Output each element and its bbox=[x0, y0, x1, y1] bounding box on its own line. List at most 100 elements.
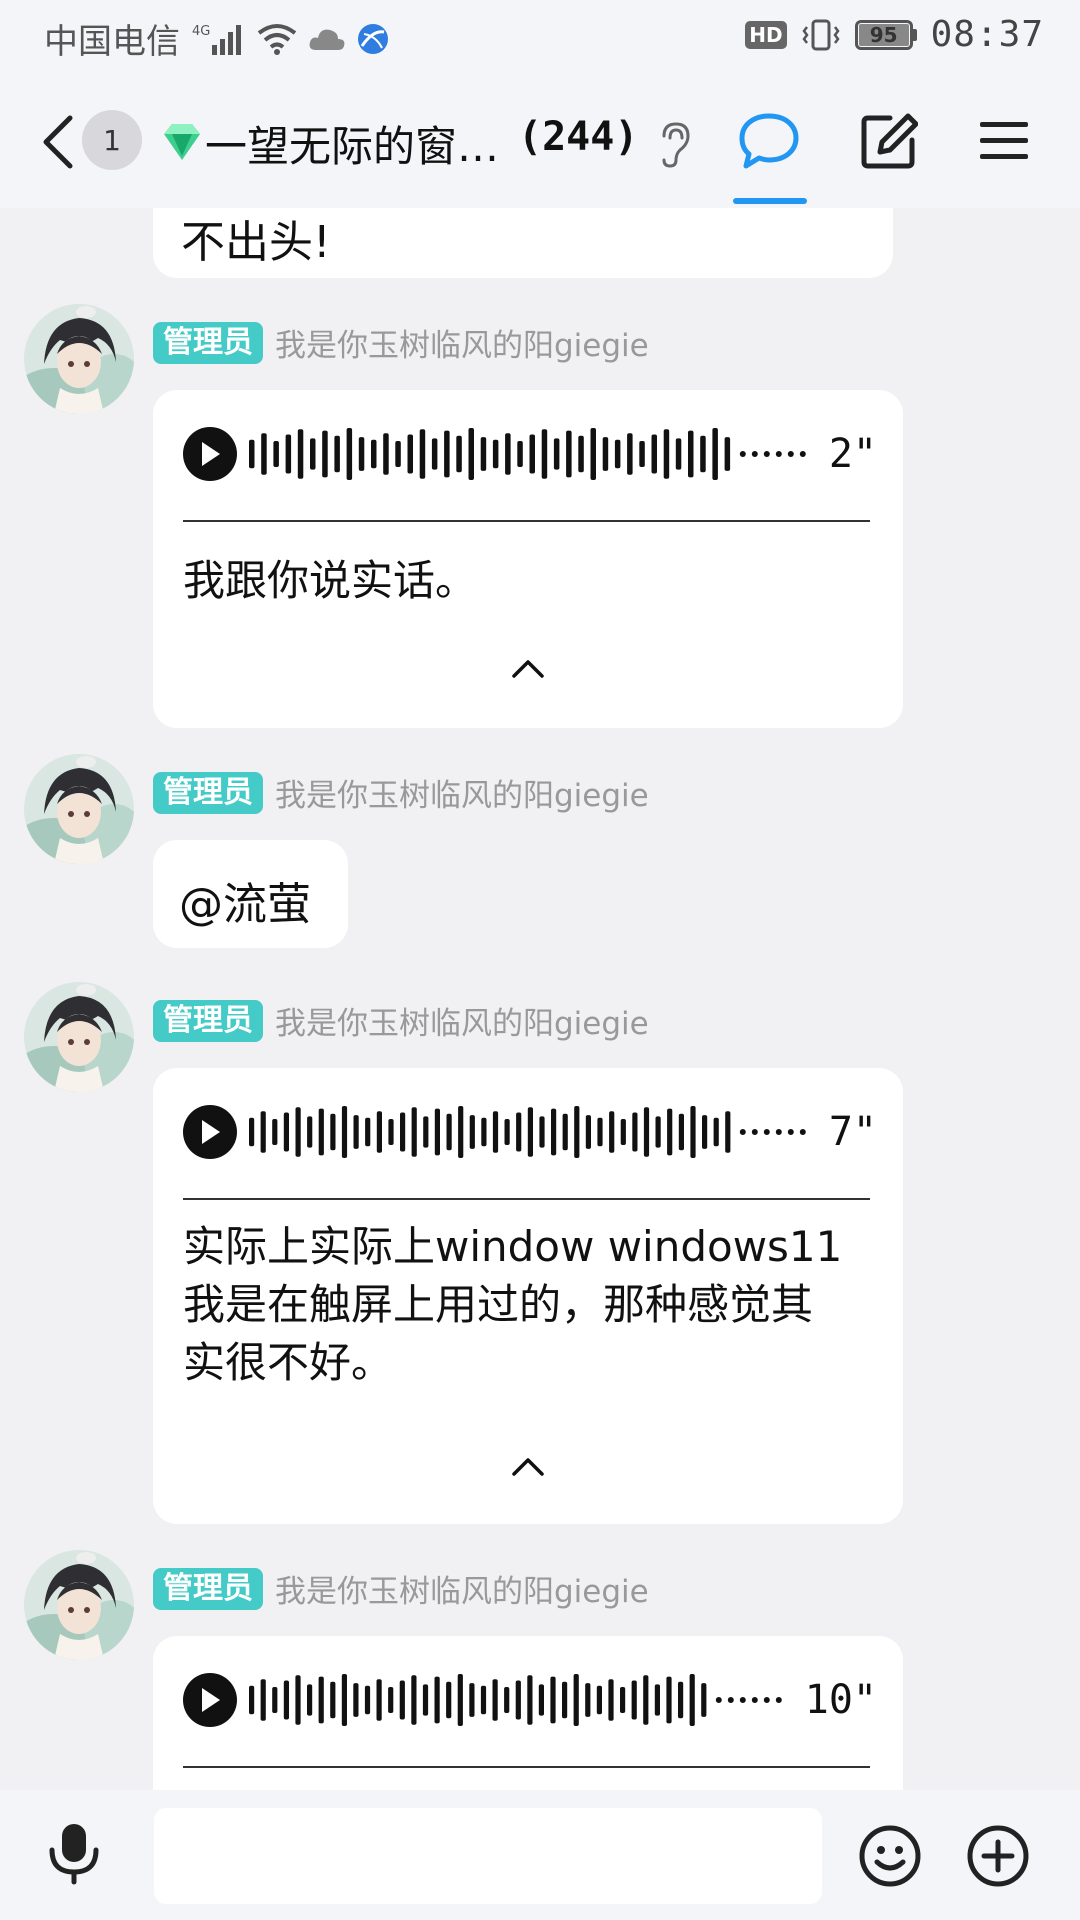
browser-icon bbox=[358, 23, 388, 54]
play-icon[interactable] bbox=[183, 1673, 237, 1727]
waveform-bar bbox=[353, 1683, 359, 1717]
message-meta: 管理员 我是你玉树临风的阳giegie bbox=[153, 1566, 649, 1611]
waveform-bar bbox=[383, 433, 389, 475]
transcript-line: 实很不好。 bbox=[183, 1338, 394, 1387]
sender-name[interactable]: 我是你玉树临风的阳giegie bbox=[275, 320, 649, 365]
waveform-bar bbox=[632, 1112, 638, 1152]
play-icon[interactable] bbox=[183, 1105, 237, 1159]
waveform-bar bbox=[700, 435, 706, 473]
waveform-bar bbox=[249, 1685, 255, 1715]
waveform-bar bbox=[341, 1674, 347, 1726]
waveform-bar bbox=[578, 435, 584, 473]
sender-name[interactable]: 我是你玉树临风的阳giegie bbox=[275, 770, 649, 815]
signal-icon: 4G bbox=[192, 24, 241, 55]
waveform bbox=[249, 1106, 806, 1158]
play-icon[interactable] bbox=[183, 427, 237, 481]
waveform-bar bbox=[597, 1117, 603, 1147]
waveform-bar bbox=[541, 429, 548, 479]
waveform-bar bbox=[322, 430, 328, 478]
collapse-transcript-button[interactable] bbox=[153, 1450, 903, 1490]
waveform-bar bbox=[399, 1680, 405, 1720]
waveform-dot bbox=[787, 1129, 794, 1135]
waveform-bar bbox=[411, 1107, 417, 1157]
collapse-transcript-button[interactable] bbox=[153, 652, 903, 692]
waveform-bar bbox=[434, 1676, 440, 1724]
waveform-bar bbox=[725, 1111, 731, 1153]
microphone-icon[interactable] bbox=[44, 1820, 104, 1886]
message-input[interactable] bbox=[154, 1808, 822, 1904]
plus-icon[interactable] bbox=[966, 1824, 1030, 1888]
voice-message-bubble[interactable]: 2" 我跟你说实话。 bbox=[153, 390, 903, 728]
menu-icon[interactable] bbox=[978, 118, 1030, 164]
waveform-bar bbox=[469, 1683, 475, 1717]
avatar[interactable] bbox=[24, 304, 134, 414]
chat-screen: 中国电信 4G HD 95 08:37 1 一望无际的窗… (244) 不出头!… bbox=[0, 0, 1080, 1920]
waveform-bar bbox=[307, 1116, 313, 1148]
emoji-icon[interactable] bbox=[858, 1824, 922, 1888]
group-title[interactable]: 一望无际的窗… bbox=[205, 113, 495, 174]
sender-name[interactable]: 我是你玉树临风的阳giegie bbox=[275, 998, 649, 1043]
waveform-bar bbox=[527, 1675, 533, 1725]
message-list[interactable]: 不出头! 管理员 我是你玉树临风的阳giegie 2" 我跟你说实话。 管理员 … bbox=[0, 208, 1080, 1790]
waveform-bar bbox=[376, 1111, 382, 1153]
waveform-dot bbox=[763, 451, 770, 457]
avatar[interactable] bbox=[24, 1550, 134, 1660]
avatar[interactable] bbox=[24, 754, 134, 864]
chat-bubble-icon[interactable] bbox=[738, 110, 800, 174]
waveform-bar bbox=[285, 434, 292, 474]
ear-icon[interactable] bbox=[656, 120, 692, 170]
waveform-bar bbox=[434, 1108, 440, 1156]
waveform-bar bbox=[675, 438, 682, 470]
voice-message-bubble[interactable]: 7" 实际上实际上window windows11 我是在触屏上用过的，那种感觉… bbox=[153, 1068, 903, 1524]
edit-icon[interactable] bbox=[860, 112, 918, 170]
voice-duration: 10" bbox=[804, 1677, 877, 1723]
waveform-bar bbox=[365, 1117, 371, 1147]
waveform-bar bbox=[318, 1108, 324, 1156]
unread-count-badge[interactable]: 1 bbox=[82, 110, 142, 170]
waveform-bar bbox=[690, 1106, 696, 1158]
waveform-bar bbox=[422, 1684, 429, 1716]
waveform-bar bbox=[457, 1674, 463, 1726]
message-meta: 管理员 我是你玉树临风的阳giegie bbox=[153, 320, 649, 365]
waveform-bar bbox=[585, 1683, 591, 1717]
waveform-dot bbox=[727, 1697, 734, 1703]
waveform-bar bbox=[480, 1685, 487, 1715]
waveform-bar bbox=[527, 1107, 533, 1157]
waveform-bar bbox=[713, 1117, 719, 1147]
waveform-bar bbox=[407, 434, 413, 474]
waveform-bar bbox=[260, 1679, 266, 1721]
sender-name[interactable]: 我是你玉树临风的阳giegie bbox=[275, 1566, 649, 1611]
voice-transcript: 我跟你说实话。 bbox=[183, 556, 478, 605]
divider bbox=[183, 1198, 870, 1200]
avatar[interactable] bbox=[24, 982, 134, 1092]
waveform-bar bbox=[376, 1679, 382, 1721]
waveform-bar bbox=[261, 433, 267, 475]
waveform-bar bbox=[492, 1679, 498, 1721]
waveform-bar bbox=[573, 1674, 579, 1726]
chevron-left-icon[interactable] bbox=[36, 110, 86, 174]
waveform-bar bbox=[631, 1680, 637, 1720]
waveform-bar bbox=[297, 429, 304, 479]
waveform-bar bbox=[260, 1111, 266, 1153]
voice-message-bubble[interactable]: 10" bbox=[153, 1636, 903, 1790]
waveform-bar bbox=[566, 430, 572, 478]
waveform-bar bbox=[620, 1687, 626, 1713]
status-bar: 中国电信 4G HD 95 08:37 bbox=[0, 0, 1080, 76]
waveform-bar bbox=[614, 439, 621, 469]
waveform-bar bbox=[639, 441, 645, 467]
waveform-bar bbox=[307, 1684, 313, 1716]
battery-indicator: 95 bbox=[854, 19, 917, 50]
wifi-icon bbox=[257, 23, 297, 55]
message-text: @流萤 bbox=[179, 879, 311, 930]
waveform-bar bbox=[689, 1674, 695, 1726]
voice-duration: 7" bbox=[828, 1109, 877, 1155]
divider bbox=[183, 1766, 870, 1768]
waveform-bar bbox=[585, 1115, 591, 1149]
waveform-bar bbox=[574, 1106, 580, 1158]
message-bubble[interactable]: 不出头! bbox=[153, 208, 893, 278]
waveform-bar bbox=[446, 1681, 452, 1719]
message-bubble[interactable]: @流萤 bbox=[153, 840, 348, 948]
waveform-dot bbox=[739, 1129, 746, 1135]
waveform-bar bbox=[318, 1676, 324, 1724]
waveform-bar bbox=[643, 1107, 650, 1157]
